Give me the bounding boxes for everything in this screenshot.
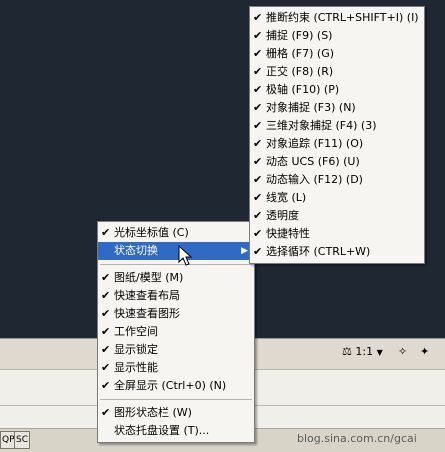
checkmark-icon: ✔ [253,173,263,186]
submenu-item[interactable]: ✔ 极轴 (F10) (P) [250,81,424,99]
menu-item-label: 显示锁定 [114,343,158,356]
menu-item-label: 工作空间 [114,325,158,338]
checkmark-icon: ✔ [253,65,263,78]
menu-item-label: 状态托盘设置 (T)... [114,424,210,437]
menu-item-label: 状态切换 [114,244,158,257]
checkmark-icon: ✔ [101,406,111,419]
checkmark-icon: ✔ [253,227,263,240]
menu-item-label: 三维对象捕捉 (F4) (3) [266,119,377,132]
menu-item-label: 正交 (F8) (R) [266,65,334,78]
menu-item-label: 图纸/模型 (M) [114,271,184,284]
checkmark-icon: ✔ [101,271,111,284]
checkmark-icon: ✔ [101,379,111,392]
menu-item-label: 快捷特性 [266,227,310,240]
status-bar-context-menu: ✔ 光标坐标值 (C) 状态切换 ▶ ✔ 图纸/模型 (M) ✔ 快速查看布局 ✔ 快速查看图形 ✔… [97,221,255,443]
context-menu-item[interactable]: ✔ 显示锁定 [98,341,254,359]
context-menu-item[interactable]: ✔ 快速查看图形 [98,305,254,323]
context-menu-item[interactable]: ✔ 图纸/模型 (M) [98,269,254,287]
menu-item-label: 动态 UCS (F6) (U) [266,155,360,168]
submenu-item[interactable]: ✔ 对象捕捉 (F3) (N) [250,99,424,117]
checkmark-icon: ✔ [253,245,263,258]
auto-scale-icon[interactable]: ✦ [420,343,429,361]
submenu-item[interactable]: ✔ 推断约束 (CTRL+SHIFT+I) (I) [250,9,424,27]
checkmark-icon: ✔ [253,155,263,168]
checkmark-icon: ✔ [101,289,111,302]
checkmark-icon: ✔ [253,209,263,222]
checkmark-icon: ✔ [101,343,111,356]
submenu-item[interactable]: ✔ 正交 (F8) (R) [250,63,424,81]
submenu-item[interactable]: ✔ 透明度 [250,207,424,225]
context-menu-item[interactable]: 状态托盘设置 (T)... [98,422,254,440]
selection-cycling-toggle[interactable]: SC [14,431,30,449]
submenu-item[interactable]: ✔ 线宽 (L) [250,189,424,207]
checkmark-icon: ✔ [253,191,263,204]
menu-item-label: 透明度 [266,209,299,222]
context-menu-item[interactable]: ✔ 光标坐标值 (C) [98,224,254,242]
checkmark-icon: ✔ [101,325,111,338]
menu-item-label: 光标坐标值 (C) [114,226,189,239]
menu-item-label: 选择循环 (CTRL+W) [266,245,371,258]
menu-item-label: 对象追踪 (F11) (O) [266,137,364,150]
submenu-item[interactable]: ✔ 三维对象捕捉 (F4) (3) [250,117,424,135]
checkmark-icon: ✔ [253,83,263,96]
submenu-arrow-icon: ▶ [241,246,248,256]
menu-item-label: 显示性能 [114,361,158,374]
checkmark-icon: ✔ [101,226,111,239]
annotation-scale-icon: ⚖ [342,345,352,358]
context-menu-item[interactable]: ✔ 图形状态栏 (W) [98,404,254,422]
submenu-item[interactable]: ✔ 动态 UCS (F6) (U) [250,153,424,171]
checkmark-icon: ✔ [253,11,263,24]
annotation-scale-control[interactable]: ⚖ 1:1 ▼ [342,343,383,361]
annotation-visibility-icon[interactable]: ✧ [398,343,407,361]
checkmark-icon: ✔ [253,137,263,150]
menu-item-label: 快速查看布局 [114,289,180,302]
mouse-cursor-icon [178,245,193,266]
menu-item-label: 对象捕捉 (F3) (N) [266,101,356,114]
context-menu-item[interactable]: 状态切换 ▶ [98,242,254,260]
checkmark-icon: ✔ [253,47,263,60]
submenu-item[interactable]: ✔ 对象追踪 (F11) (O) [250,135,424,153]
menu-item-label: 快速查看图形 [114,307,180,320]
menu-item-label: 图形状态栏 (W) [114,406,192,419]
checkmark-icon: ✔ [253,101,263,114]
menu-item-label: 极轴 (F10) (P) [266,83,340,96]
menu-item-label: 动态输入 (F12) (D) [266,173,363,186]
submenu-item[interactable]: ✔ 选择循环 (CTRL+W) [250,243,424,261]
submenu-item[interactable]: ✔ 动态输入 (F12) (D) [250,171,424,189]
menu-item-label: 全屏显示 (Ctrl+0) (N) [114,379,227,392]
checkmark-icon: ✔ [101,361,111,374]
context-menu-item[interactable]: ✔ 全屏显示 (Ctrl+0) (N) [98,377,254,395]
submenu-item[interactable]: ✔ 快捷特性 [250,225,424,243]
watermark: blog.sina.com.cn/gcai [297,432,417,445]
menu-item-label: 推断约束 (CTRL+SHIFT+I) (I) [266,11,419,24]
chevron-down-icon: ▼ [376,348,383,357]
menu-item-label: 捕捉 (F9) (S) [266,29,333,42]
checkmark-icon: ✔ [253,119,263,132]
annotation-scale-value: 1:1 [355,345,374,358]
menu-item-label: 栅格 (F7) (G) [266,47,335,60]
menu-separator [100,264,252,265]
context-menu-item[interactable]: ✔ 工作空间 [98,323,254,341]
menu-item-label: 线宽 (L) [266,191,307,204]
menu-separator [100,399,252,400]
checkmark-icon: ✔ [253,29,263,42]
submenu-item[interactable]: ✔ 捕捉 (F9) (S) [250,27,424,45]
checkmark-icon: ✔ [101,307,111,320]
context-menu-item[interactable]: ✔ 显示性能 [98,359,254,377]
status-toggle-submenu: ✔ 推断约束 (CTRL+SHIFT+I) (I) ✔ 捕捉 (F9) (S) ✔ 栅格 … [249,6,425,264]
submenu-item[interactable]: ✔ 栅格 (F7) (G) [250,45,424,63]
context-menu-item[interactable]: ✔ 快速查看布局 [98,287,254,305]
